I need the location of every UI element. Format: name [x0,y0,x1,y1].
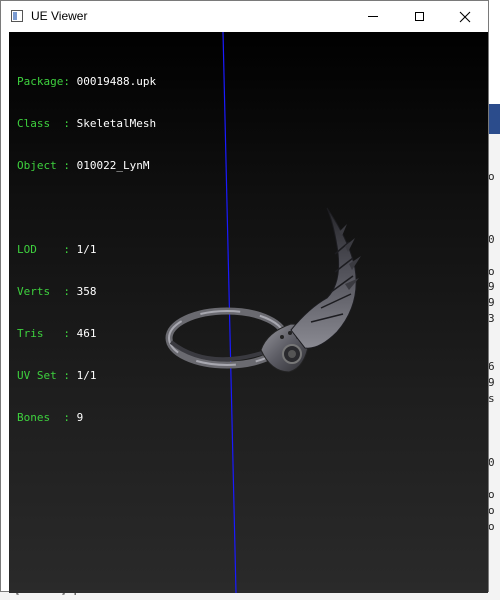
info-label: Bones : [17,411,70,424]
info-value: 1/1 [76,369,97,382]
console-fragment: o [488,488,495,501]
info-row-package: Package: 00019488.upk [17,75,156,89]
maximize-icon [414,12,424,21]
info-value: SkeletalMesh [76,117,157,130]
info-row-class: Class : SkeletalMesh [17,117,156,131]
info-label: Package: [17,75,70,88]
console-fragment: o [488,504,495,517]
info-label: UV Set : [17,369,70,382]
info-label: Object : [17,159,70,172]
console-highlight [488,104,500,134]
ue-viewer-window: UE Viewer Package: 00019488.upk Class: … [0,0,489,593]
console-fragment: s [488,392,495,405]
console-fragment: 9 [488,296,495,309]
info-label: LOD : [17,243,70,256]
info-row-object: Object : 010022_LynM [17,159,156,173]
info-label: Verts : [17,285,70,298]
console-fragment: 9 [488,376,495,389]
ue-viewer-app-icon [11,10,23,22]
info-row-uv-set: UV Set : 1/1 [17,369,156,383]
mesh-info-panel: Package: 00019488.upk Class : SkeletalMe… [17,47,156,453]
title-bar[interactable]: UE Viewer [1,1,488,32]
console-fragment: 0 [488,233,495,246]
info-label: Class : [17,117,70,130]
info-value: 1/1 [76,243,97,256]
info-row-verts: Verts : 358 [17,285,156,299]
minimize-button[interactable] [350,1,396,32]
minimize-icon [368,16,378,17]
close-icon [459,11,471,22]
info-label: Tris : [17,327,70,340]
maximize-button[interactable] [396,1,442,32]
info-row-tris: Tris : 461 [17,327,156,341]
3d-viewport[interactable]: Package: 00019488.upk Class : SkeletalMe… [9,32,488,593]
console-fragment: 3 [488,312,495,325]
info-value: 00019488.upk [76,75,157,88]
console-fragment: 0 [488,456,495,469]
console-fragment: o [488,170,495,183]
info-value: 358 [76,285,97,298]
close-button[interactable] [442,1,488,32]
info-value: 461 [76,327,97,340]
window-title: UE Viewer [31,9,88,23]
info-value: 010022_LynM [76,159,150,172]
console-fragment: 6 [488,360,495,373]
console-titlebar-edge [488,0,500,104]
console-fragment: o [488,520,495,533]
info-value: 9 [76,411,84,424]
console-fragment: 9 [488,280,495,293]
info-row-lod: LOD : 1/1 [17,243,156,257]
console-fragment: o [488,265,495,278]
info-row-bones: Bones : 9 [17,411,156,425]
